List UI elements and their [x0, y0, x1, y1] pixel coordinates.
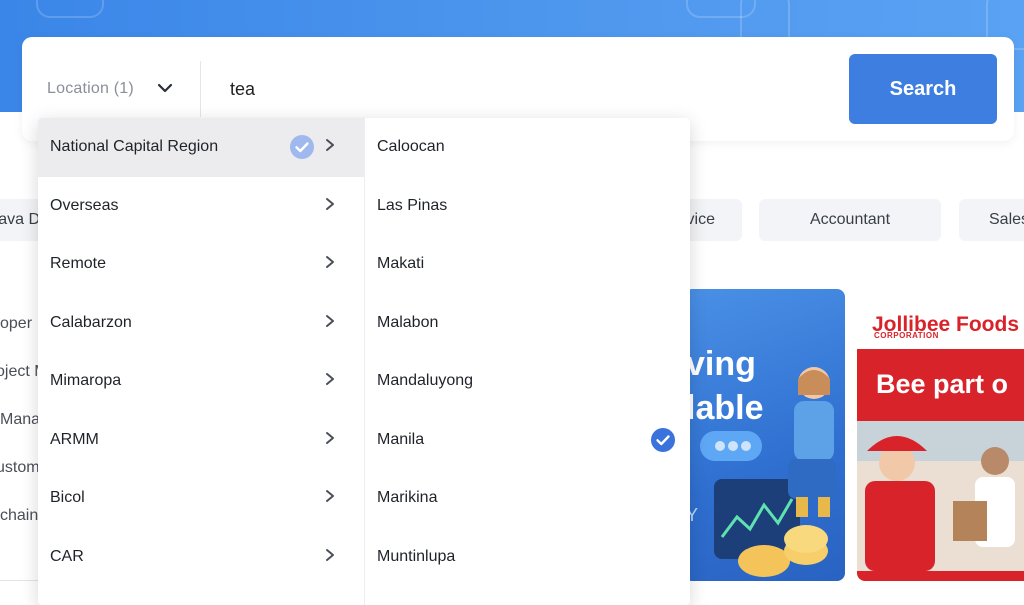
jollibee-header: Jollibee Foods CORPORATION: [857, 289, 1024, 349]
chip-label: Accountant: [809, 211, 891, 228]
chevron-down-icon[interactable]: [156, 81, 174, 95]
category-chip[interactable]: Sales: [959, 199, 1024, 241]
region-item-overseas[interactable]: Overseas: [38, 177, 364, 236]
jollibee-corp-text: CORPORATION: [874, 331, 939, 340]
city-item-manila[interactable]: Manila: [365, 411, 690, 470]
person-illustration: [788, 367, 836, 517]
chevron-right-icon: [326, 373, 334, 385]
store-photo-illustration: [857, 421, 1024, 571]
location-select-label: Location (1): [47, 80, 134, 97]
city-list: Caloocan Las Pinas Makati Malabon Mandal…: [364, 118, 690, 605]
chevron-right-icon: [326, 256, 334, 268]
jollibee-tagline: Bee part o: [876, 369, 1009, 399]
region-label: Remote: [50, 255, 107, 273]
city-item-marikina[interactable]: Marikina: [365, 469, 690, 528]
region-label: CAR: [50, 547, 84, 565]
region-item-armm[interactable]: ARMM: [38, 411, 364, 470]
hero-decor-shape: [36, 0, 104, 18]
city-label: Makati: [377, 255, 425, 273]
chat-bubble-icon: [700, 431, 762, 461]
city-item-malabon[interactable]: Malabon: [365, 294, 690, 353]
city-item-muntinlupa[interactable]: Muntinlupa: [365, 528, 690, 587]
chevron-right-icon: [326, 314, 334, 327]
chevron-right-icon: [326, 490, 334, 502]
region-item-car[interactable]: CAR: [38, 528, 364, 587]
chevron-right-icon: [326, 431, 334, 444]
side-list-item[interactable]: chain: [0, 507, 38, 525]
region-label: National Capital Region: [50, 138, 219, 156]
chevron-right-icon: [326, 548, 334, 561]
city-item-makati[interactable]: Makati: [365, 235, 690, 294]
region-item-remote[interactable]: Remote: [38, 235, 364, 294]
region-item-mimaropa[interactable]: Mimaropa: [38, 352, 364, 411]
chevron-right-icon: [326, 197, 334, 210]
region-label: Overseas: [50, 196, 119, 214]
coins-illustration: [738, 525, 828, 577]
city-item-mandaluyong[interactable]: Mandaluyong: [365, 352, 690, 411]
region-item-calabarzon[interactable]: Calabarzon: [38, 294, 364, 353]
region-label: Bicol: [50, 489, 85, 507]
chip-label: Sales: [989, 211, 1024, 228]
keyword-input[interactable]: [222, 67, 832, 111]
banner-headline: lable: [686, 389, 764, 427]
side-list-item[interactable]: ustom: [0, 459, 40, 477]
city-label: Malabon: [377, 313, 439, 331]
chip-label: vice: [686, 211, 715, 228]
banner-headline: ving: [686, 345, 756, 383]
city-label: Mandaluyong: [377, 372, 474, 390]
region-list: National Capital Region Overseas Remote …: [38, 118, 364, 605]
region-label: ARMM: [50, 430, 99, 448]
city-item-caloocan[interactable]: Caloocan: [365, 118, 690, 177]
check-circle-icon: [651, 427, 675, 452]
city-label: Marikina: [377, 489, 438, 507]
region-label: Mimaropa: [50, 372, 122, 390]
search-divider: [200, 61, 201, 117]
city-label: Caloocan: [377, 138, 445, 156]
side-list-divider: [0, 580, 40, 581]
city-label: Muntinlupa: [377, 547, 456, 565]
city-item-las-pinas[interactable]: Las Pinas: [365, 177, 690, 236]
chip-label: Java D: [0, 211, 40, 228]
check-circle-icon: [290, 135, 314, 159]
region-label: Calabarzon: [50, 313, 132, 331]
city-label: Las Pinas: [377, 196, 448, 214]
chevron-right-icon: [326, 139, 334, 151]
location-dropdown: National Capital Region Overseas Remote …: [38, 118, 690, 605]
promo-banner[interactable]: ving lable Y: [684, 289, 845, 581]
region-item-bicol[interactable]: Bicol: [38, 469, 364, 528]
region-item-national-capital-region[interactable]: National Capital Region: [38, 118, 364, 177]
jollibee-banner[interactable]: Jollibee Foods CORPORATION Bee part o: [857, 289, 1024, 581]
city-label: Manila: [377, 430, 425, 448]
category-chip[interactable]: Accountant: [759, 199, 941, 241]
side-list-item[interactable]: oper: [0, 315, 32, 333]
search-button[interactable]: Search: [849, 54, 997, 124]
